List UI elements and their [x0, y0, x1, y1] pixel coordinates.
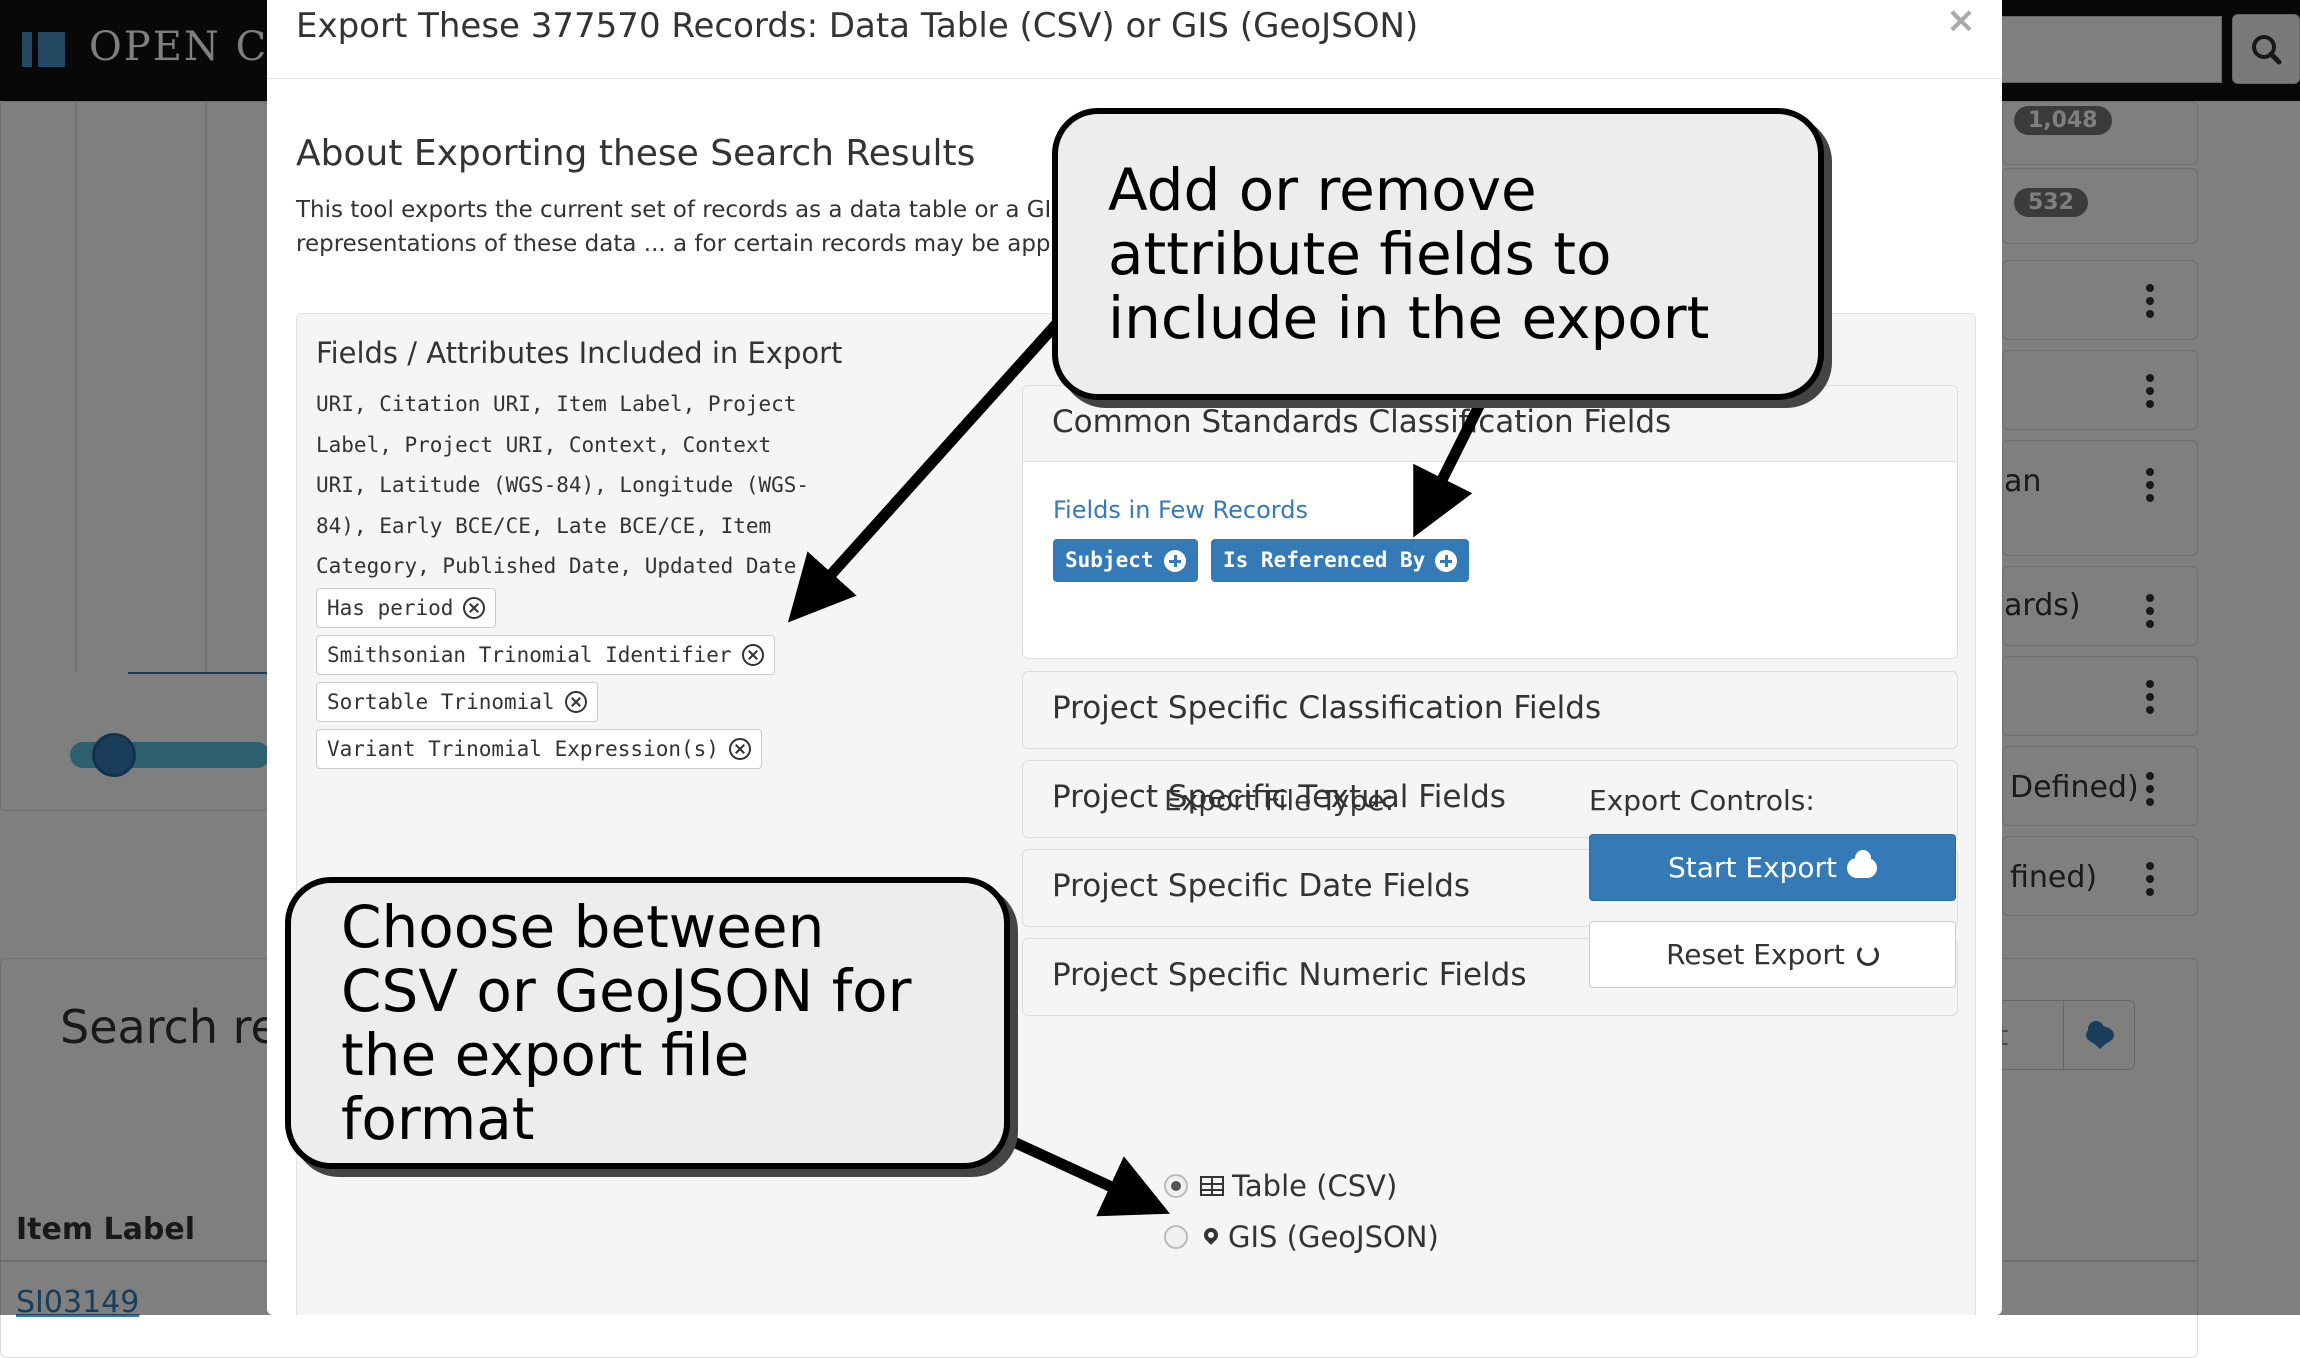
radio-option-geojson[interactable]: GIS (GeoJSON)	[1164, 1220, 1439, 1254]
reset-export-label: Reset Export	[1666, 938, 1845, 971]
table-icon	[1200, 1176, 1224, 1196]
geojson-option-label: GIS (GeoJSON)	[1228, 1220, 1439, 1254]
geojson-radio[interactable]	[1164, 1225, 1188, 1249]
callout-format: Choose between CSV or GeoJSON for the ex…	[285, 877, 1010, 1169]
radio-option-csv[interactable]: Table (CSV)	[1164, 1169, 1397, 1203]
remove-circle-icon[interactable]	[728, 738, 751, 760]
project-textual-heading[interactable]: Project Specific Textual Fields	[1022, 760, 1958, 838]
default-fields-list: URI, Citation URI, Item Label, Project L…	[316, 392, 810, 578]
about-heading: About Exporting these Search Results	[296, 133, 976, 174]
add-field-label: Is Referenced By	[1223, 548, 1426, 572]
common-standards-panel: Common Standards Classification Fields F…	[1022, 385, 1958, 659]
csv-radio[interactable]	[1164, 1174, 1188, 1198]
add-field-is-referenced-by[interactable]: Is Referenced By	[1211, 539, 1470, 582]
selected-field-tag[interactable]: Variant Trinomial Expression(s)	[316, 729, 762, 769]
few-records-label: Fields in Few Records	[1053, 496, 1308, 524]
field-tag-label: Has period	[327, 596, 454, 620]
remove-circle-icon[interactable]	[463, 597, 486, 619]
modal-title: Export These 377570 Records: Data Table …	[296, 6, 1419, 46]
add-field-label: Subject	[1065, 548, 1154, 572]
add-field-subject[interactable]: Subject	[1053, 539, 1198, 582]
start-export-label: Start Export	[1668, 851, 1837, 884]
plus-circle-icon	[1435, 549, 1458, 572]
selected-field-tag[interactable]: Sortable Trinomial	[316, 682, 598, 722]
selected-field-tag[interactable]: Has period	[316, 588, 497, 628]
fields-heading: Fields / Attributes Included in Export	[316, 336, 843, 370]
remove-circle-icon[interactable]	[741, 644, 764, 666]
reset-export-button[interactable]: Reset Export	[1589, 921, 1956, 988]
modal-header-divider	[267, 78, 2002, 79]
start-export-button[interactable]: Start Export	[1589, 834, 1956, 901]
map-marker-icon	[1201, 1225, 1221, 1245]
csv-option-label: Table (CSV)	[1232, 1169, 1398, 1203]
field-tag-label: Sortable Trinomial	[327, 690, 555, 714]
selected-field-tag[interactable]: Smithsonian Trinomial Identifier	[316, 635, 775, 675]
export-controls-label: Export Controls:	[1589, 784, 1815, 817]
callout-format-text: Choose between CSV or GeoJSON for the ex…	[341, 893, 912, 1153]
plus-circle-icon	[1163, 549, 1186, 572]
field-tag-label: Smithsonian Trinomial Identifier	[327, 643, 732, 667]
callout-attributes-text: Add or remove attribute fields to includ…	[1108, 156, 1710, 352]
project-classification-heading[interactable]: Project Specific Classification Fields	[1022, 671, 1958, 749]
remove-circle-icon[interactable]	[564, 691, 587, 713]
cloud-download-icon	[1846, 849, 1877, 878]
field-tag-label: Variant Trinomial Expression(s)	[327, 737, 719, 761]
refresh-icon	[1856, 943, 1879, 966]
callout-attributes: Add or remove attribute fields to includ…	[1052, 108, 1824, 400]
close-button[interactable]: ×	[1946, 0, 1976, 41]
export-file-type-label: Export File Type:	[1164, 784, 1395, 817]
